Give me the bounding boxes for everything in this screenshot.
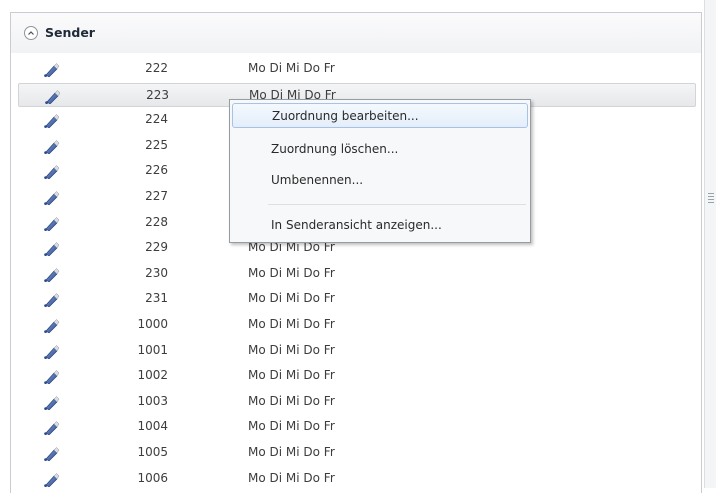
chevron-up-icon [28, 31, 34, 35]
sender-id: 229 [145, 240, 168, 255]
sender-days: Mo Di Mi Do Fr [248, 291, 335, 306]
group-title: Sender [45, 25, 95, 40]
transmitter-stick-icon [44, 447, 60, 461]
transmitter-stick-icon [44, 191, 60, 205]
table-row[interactable]: 230 Mo Di Mi Do Fr [18, 262, 696, 286]
transmitter-stick-icon [44, 421, 60, 436]
sender-id: 1000 [137, 317, 168, 331]
transmitter-stick-icon [44, 344, 60, 359]
sender-id: 224 [145, 112, 168, 127]
transmitter-stick-icon [44, 139, 60, 154]
sender-id: 1002 [137, 368, 168, 383]
transmitter-stick-icon [44, 319, 60, 333]
menu-item-show-in-sender-view[interactable]: In Senderansicht anzeigen... [232, 213, 528, 238]
sender-id: 228 [145, 214, 168, 229]
menu-item-label: Zuordnung bearbeiten... [272, 109, 419, 123]
sender-id: 1004 [137, 419, 168, 434]
sender-days: Mo Di Mi Do Fr [248, 317, 335, 331]
group-header: Sender [11, 13, 701, 53]
sender-days: Mo Di Mi Do Fr [248, 445, 335, 459]
context-menu: Zuordnung bearbeiten... Zuordnung lösche… [229, 99, 531, 243]
transmitter-stick-icon [44, 370, 60, 385]
sender-id: 1003 [137, 393, 168, 408]
table-row[interactable]: 1003 Mo Di Mi Do Fr [18, 390, 696, 414]
sender-days: Mo Di Mi Do Fr [248, 342, 335, 357]
sender-days: Mo Di Mi Do Fr [248, 470, 335, 485]
transmitter-stick-icon [44, 242, 60, 257]
sender-id: 1001 [137, 342, 168, 357]
transmitter-stick-icon [44, 395, 60, 410]
menu-item-rename[interactable]: Umbenennen... [232, 168, 528, 193]
sender-id: 225 [145, 137, 168, 152]
table-row[interactable]: 231 Mo Di Mi Do Fr [18, 287, 696, 311]
menu-item-label: Zuordnung löschen... [271, 142, 399, 156]
sender-id: 222 [145, 61, 168, 75]
transmitter-stick-icon [44, 267, 60, 282]
table-row[interactable]: 1002 Mo Di Mi Do Fr [18, 364, 696, 388]
table-row[interactable]: 1005 Mo Di Mi Do Fr [18, 441, 696, 465]
scroll-grip-icon [708, 193, 714, 205]
transmitter-stick-icon [44, 165, 60, 180]
sender-days: Mo Di Mi Do Fr [248, 419, 335, 434]
sender-id: 223 [146, 87, 169, 102]
vertical-scrollbar[interactable] [704, 0, 716, 488]
sender-id: 231 [145, 291, 168, 306]
sender-id: 1006 [137, 470, 168, 485]
table-row[interactable]: 222 Mo Di Mi Do Fr [18, 57, 696, 81]
sender-id: 230 [145, 265, 168, 280]
menu-item-label: In Senderansicht anzeigen... [271, 218, 442, 232]
sender-id: 226 [145, 163, 168, 178]
transmitter-stick-icon [44, 216, 60, 231]
sender-days: Mo Di Mi Do Fr [248, 61, 335, 75]
transmitter-stick-icon [44, 63, 60, 77]
transmitter-stick-icon [45, 89, 61, 104]
table-row[interactable]: 1000 Mo Di Mi Do Fr [18, 313, 696, 337]
transmitter-stick-icon [44, 114, 60, 129]
table-row[interactable]: 1001 Mo Di Mi Do Fr [18, 339, 696, 363]
sender-id: 1005 [137, 445, 168, 459]
menu-item-delete-assignment[interactable]: Zuordnung löschen... [232, 137, 528, 162]
sender-days: Mo Di Mi Do Fr [248, 393, 335, 408]
sender-days: Mo Di Mi Do Fr [248, 265, 335, 280]
sender-list-panel: Sender 222 Mo Di Mi Do Fr 223 Mo Di Mi Do F… [10, 12, 702, 493]
menu-item-edit-assignment[interactable]: Zuordnung bearbeiten... [232, 103, 528, 128]
menu-item-label: Umbenennen... [271, 173, 364, 187]
sender-days: Mo Di Mi Do Fr [248, 368, 335, 383]
table-row[interactable]: 1006 Mo Di Mi Do Fr [18, 467, 696, 491]
menu-separator [268, 204, 526, 205]
table-row[interactable]: 1004 Mo Di Mi Do Fr [18, 415, 696, 439]
collapse-button[interactable] [24, 26, 38, 40]
sender-id: 227 [145, 189, 168, 203]
transmitter-stick-icon [44, 472, 60, 487]
transmitter-stick-icon [44, 293, 60, 308]
